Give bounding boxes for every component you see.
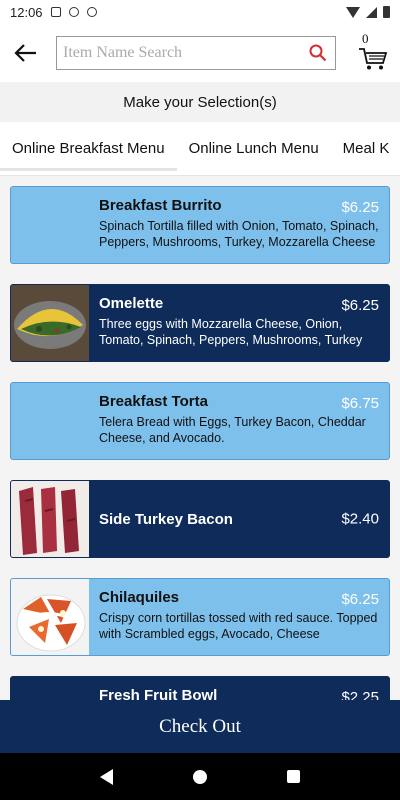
status-bar: 12:06 — [0, 0, 400, 24]
menu-list[interactable]: Breakfast Burrito Spinach Tortilla fille… — [0, 176, 400, 700]
item-body: Chilaquiles Crispy corn tortillas tossed… — [89, 579, 389, 655]
item-body: Breakfast Burrito Spinach Tortilla fille… — [89, 187, 389, 263]
search-icon[interactable] — [307, 42, 329, 64]
item-body: Side Turkey Bacon $2.40 — [89, 481, 389, 557]
item-body: Fresh Fruit Bowl $2.25 — [89, 677, 389, 700]
nav-recents-icon[interactable] — [287, 770, 300, 783]
notification-icon — [50, 7, 61, 17]
arrow-left-icon — [14, 44, 36, 62]
sync-icon — [68, 7, 79, 17]
menu-item-breakfast-burrito[interactable]: Breakfast Burrito Spinach Tortilla fille… — [10, 186, 390, 264]
menu-item-side-turkey-bacon[interactable]: Side Turkey Bacon $2.40 — [10, 480, 390, 558]
back-button[interactable] — [6, 33, 46, 73]
item-image-placeholder — [11, 187, 89, 263]
nav-back-icon[interactable] — [100, 768, 113, 785]
status-time: 12:06 — [10, 4, 43, 20]
selection-header: Make your Selection(s) — [0, 82, 400, 122]
wifi-icon — [346, 6, 360, 18]
item-price: $6.75 — [341, 395, 379, 412]
item-title: Fresh Fruit Bowl — [99, 687, 218, 700]
tab-meal-kit[interactable]: Meal K — [331, 122, 400, 175]
item-description: Spinach Tortilla filled with Onion, Toma… — [99, 219, 379, 249]
item-title: Side Turkey Bacon — [99, 510, 233, 528]
bacon-image — [11, 481, 89, 557]
item-body: Breakfast Torta Telera Bread with Eggs, … — [89, 383, 389, 459]
menu-tabs: Online Breakfast Menu Online Lunch Menu … — [0, 122, 400, 176]
item-title: Omelette — [99, 295, 164, 312]
item-title: Breakfast Torta — [99, 393, 208, 410]
menu-item-chilaquiles[interactable]: Chilaquiles Crispy corn tortillas tossed… — [10, 578, 390, 656]
search-box — [56, 36, 336, 70]
item-title: Chilaquiles — [99, 589, 180, 606]
item-price: $6.25 — [341, 297, 379, 314]
battery-icon — [383, 6, 390, 18]
nav-home-icon[interactable] — [193, 769, 207, 784]
cart-count: 0 — [362, 31, 369, 46]
item-title: Breakfast Burrito — [99, 197, 222, 214]
item-image-placeholder — [11, 383, 89, 459]
shopping-cart-icon — [359, 48, 388, 70]
tab-online-lunch-menu[interactable]: Online Lunch Menu — [177, 122, 331, 175]
item-description: Three eggs with Mozzarella Cheese, Onion… — [99, 317, 363, 347]
chilaquiles-image — [11, 579, 89, 655]
checkout-button[interactable]: Check Out — [0, 700, 400, 753]
system-nav-bar — [0, 753, 400, 800]
item-image-placeholder — [11, 677, 89, 700]
menu-item-fresh-fruit-bowl[interactable]: Fresh Fruit Bowl $2.25 — [10, 676, 390, 700]
item-price: $6.25 — [341, 199, 379, 216]
menu-item-breakfast-torta[interactable]: Breakfast Torta Telera Bread with Eggs, … — [10, 382, 390, 460]
search-input[interactable] — [63, 44, 307, 62]
item-body: Omelette Three eggs with Mozzarella Chee… — [89, 285, 389, 361]
item-price: $6.25 — [341, 591, 379, 608]
signal-icon — [366, 6, 377, 18]
item-price: $2.40 — [341, 510, 379, 528]
tab-online-breakfast-menu[interactable]: Online Breakfast Menu — [0, 122, 177, 175]
cart-button[interactable]: 0 — [352, 31, 392, 75]
omelette-image — [11, 285, 89, 361]
top-bar: 0 — [0, 24, 400, 82]
sync-icon-2 — [86, 7, 97, 17]
item-price: $2.25 — [341, 689, 379, 700]
menu-item-omelette[interactable]: Omelette Three eggs with Mozzarella Chee… — [10, 284, 390, 362]
item-description: Telera Bread with Eggs, Turkey Bacon, Ch… — [99, 415, 366, 445]
item-description: Crispy corn tortillas tossed with red sa… — [99, 611, 378, 641]
